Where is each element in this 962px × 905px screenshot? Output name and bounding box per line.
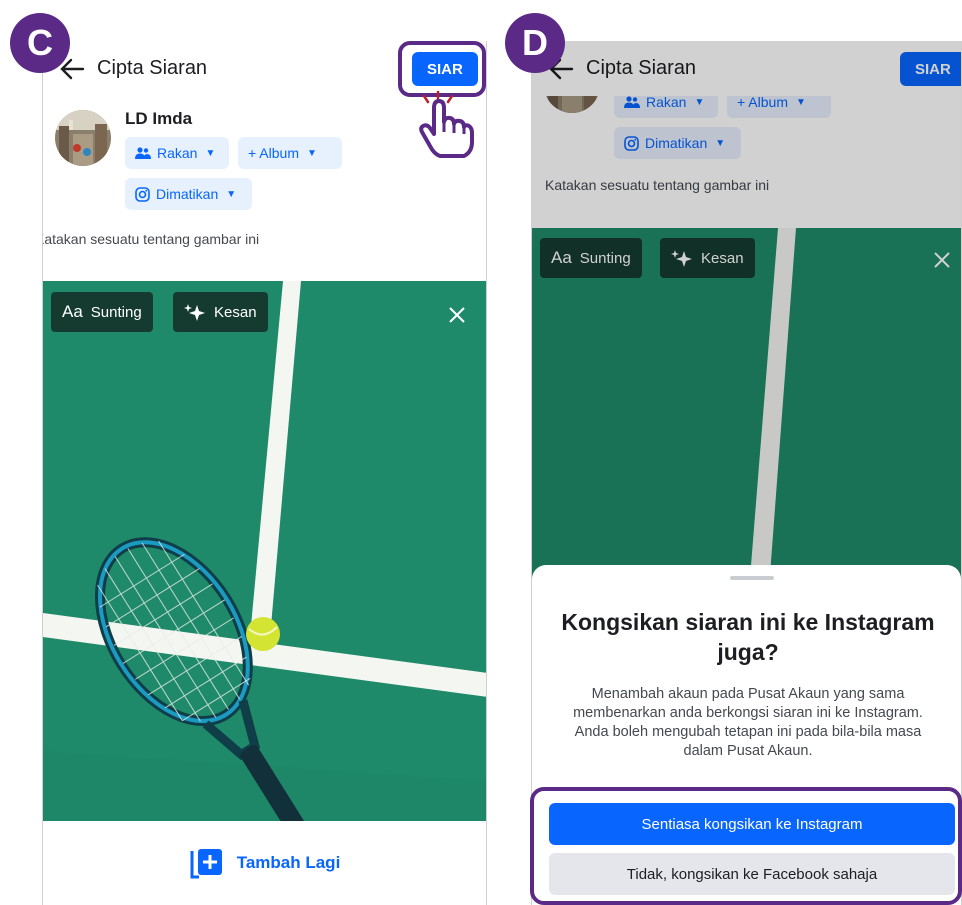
- sparkle-icon: [184, 304, 205, 321]
- caret-down-icon: ▼: [226, 188, 237, 200]
- step-badge-c: C: [10, 13, 70, 73]
- instagram-share-dropdown[interactable]: Dimatikan ▼: [125, 178, 252, 210]
- page-title: Cipta Siaran: [97, 57, 208, 79]
- audience-label: Rakan: [157, 145, 198, 161]
- add-photo-icon: [190, 849, 222, 879]
- tutorial-stage: Cipta Siaran SIAR LD Imda Rakan ▼ + Albu…: [0, 0, 962, 905]
- edit-photo-button[interactable]: Aa Sunting: [51, 292, 153, 332]
- caret-down-icon: ▼: [205, 147, 216, 159]
- pointing-hand-icon: [419, 90, 474, 158]
- effects-label: Kesan: [214, 303, 257, 321]
- close-icon[interactable]: [447, 305, 467, 325]
- add-more-button[interactable]: Tambah Lagi: [43, 821, 486, 905]
- album-label: + Album: [248, 145, 299, 161]
- audience-dropdown[interactable]: Rakan ▼: [125, 137, 229, 169]
- step-badge-d: D: [505, 13, 565, 73]
- caret-down-icon: ▼: [306, 147, 317, 159]
- caption-input[interactable]: Katakan sesuatu tentang gambar ini: [43, 231, 259, 247]
- instagram-icon: [135, 186, 150, 202]
- sheet-drag-handle[interactable]: [730, 576, 774, 580]
- share-options-highlight: [530, 787, 962, 905]
- text-aa-icon: Aa: [62, 302, 83, 321]
- add-more-label: Tambah Lagi: [236, 853, 341, 872]
- phone-screen-c: Cipta Siaran SIAR LD Imda Rakan ▼ + Albu…: [42, 41, 487, 905]
- friends-icon: [135, 147, 151, 159]
- sheet-description: Menambah akaun pada Pusat Akaun yang sam…: [573, 686, 923, 759]
- album-dropdown[interactable]: + Album ▼: [238, 137, 342, 169]
- attached-photo: Aa Sunting Kesan: [43, 281, 486, 821]
- edit-label: Sunting: [90, 303, 142, 321]
- sheet-title: Kongsikan siaran ini ke Instagram juga?: [561, 609, 935, 665]
- user-name: LD Imda: [125, 109, 193, 128]
- instagram-label: Dimatikan: [156, 186, 219, 202]
- effects-button[interactable]: Kesan: [173, 292, 268, 332]
- phone-screen-d: Rakan ▼ + Album ▼ Dimatikan ▼ Katakan se…: [531, 41, 962, 905]
- avatar: [55, 110, 111, 166]
